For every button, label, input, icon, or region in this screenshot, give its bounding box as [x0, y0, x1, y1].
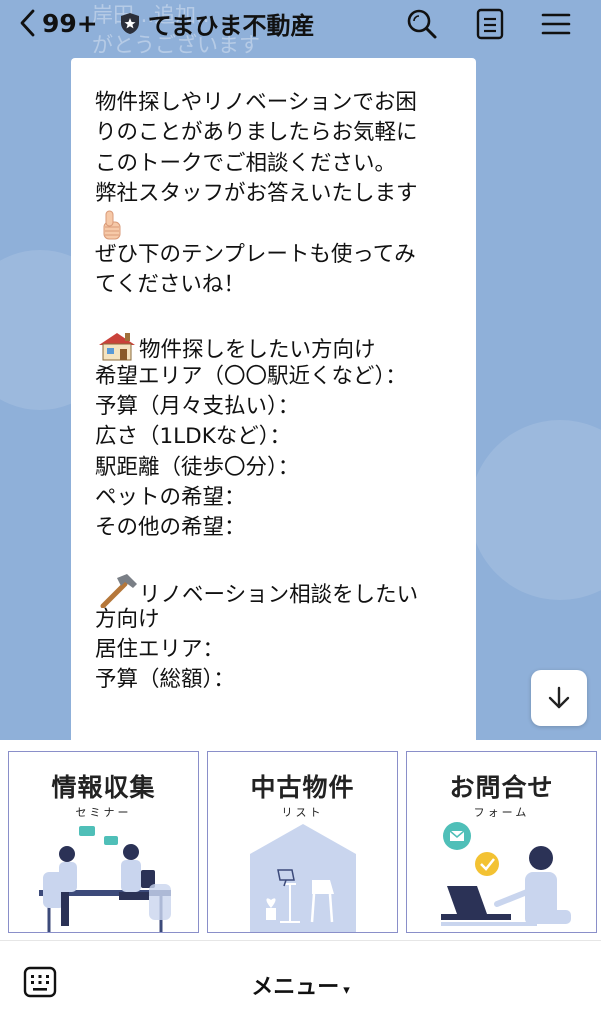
official-shield-icon [120, 12, 139, 34]
message-line: ペットの希望： [95, 485, 246, 511]
caret-down-icon: ▾ [343, 983, 350, 998]
message-line: その他の希望： [95, 515, 246, 541]
tile-title: 中古物件 [250, 773, 355, 802]
message-line: 弊社スタッフがお答えいたします [95, 181, 418, 207]
menu-toggle-label: メニュー [251, 975, 340, 1000]
message-line-with-emoji: 物件探しをしたい方向け [95, 331, 458, 363]
back-button[interactable]: 99+ [18, 9, 98, 38]
laptop-contact-illustration-icon [441, 822, 571, 926]
message-line: ぜひ下のテンプレートも使ってみ [95, 241, 416, 267]
menu-toggle-button[interactable]: メニュー ▾ [0, 969, 601, 1001]
message-line: このトークでご相談ください。 [95, 150, 397, 176]
background-cloud [470, 420, 601, 600]
message-line: りのことがありましたらお気軽に [95, 120, 418, 146]
message-line-emoji [95, 210, 458, 240]
search-icon[interactable] [405, 7, 439, 41]
message-line: てくださいね！ [95, 272, 245, 298]
chat-header: 99+ てまひま不動産 [0, 0, 601, 46]
message-line-label: 物件探しをしたい方向け [139, 337, 376, 363]
meeting-illustration-icon [39, 826, 171, 932]
bottom-bar: メニュー ▾ [0, 940, 601, 1024]
message-line: 物件探しやリノベーションでお困 [95, 90, 417, 115]
scroll-to-bottom-button[interactable] [531, 670, 587, 726]
rich-menu-tile-property-list[interactable]: 中古物件 リスト [207, 751, 398, 933]
chat-title: てまひま不動産 [147, 11, 315, 40]
message-bubble[interactable]: 物件探しやリノベーションでお困 りのことがありましたらお気軽に このトークでご相… [71, 58, 476, 740]
message-line: 予算（月々支払い）： [95, 393, 300, 419]
rich-menu-tile-contact-form[interactable]: お問合せ フォーム [406, 751, 597, 933]
chat-area[interactable]: 岸田...追加... がとうございます 物件探しやリノベーションでお困 りのこと… [0, 0, 601, 740]
message-line: 広さ（1LDKなど）： [95, 424, 292, 450]
unread-count: 99+ [42, 8, 98, 38]
tile-title: 情報収集 [51, 773, 156, 802]
message-line-label: リノベーション相談をしたい [139, 582, 419, 608]
message-line: 居住エリア： [95, 637, 225, 663]
house-interior-illustration-icon [250, 824, 356, 932]
rich-menu: 情報収集 セミナー 中古物件 リスト お問合せ フォーム [0, 740, 601, 940]
message-line: 希望エリア（〇〇駅近くなど）： [95, 363, 407, 389]
message-line: 予算（総額）： [95, 667, 235, 693]
message-line: 方向け [95, 606, 160, 632]
message-line-with-emoji: リノベーション相談をしたい [95, 574, 458, 609]
rich-menu-tile-seminar[interactable]: 情報収集 セミナー [8, 751, 199, 933]
arrow-down-icon [548, 686, 570, 709]
notes-icon[interactable] [475, 7, 505, 41]
menu-icon[interactable] [541, 7, 571, 41]
tile-title: お問合せ [449, 773, 554, 802]
message-line: 駅距離（徒歩〇分）： [95, 454, 300, 480]
back-chevron-icon [20, 9, 35, 37]
